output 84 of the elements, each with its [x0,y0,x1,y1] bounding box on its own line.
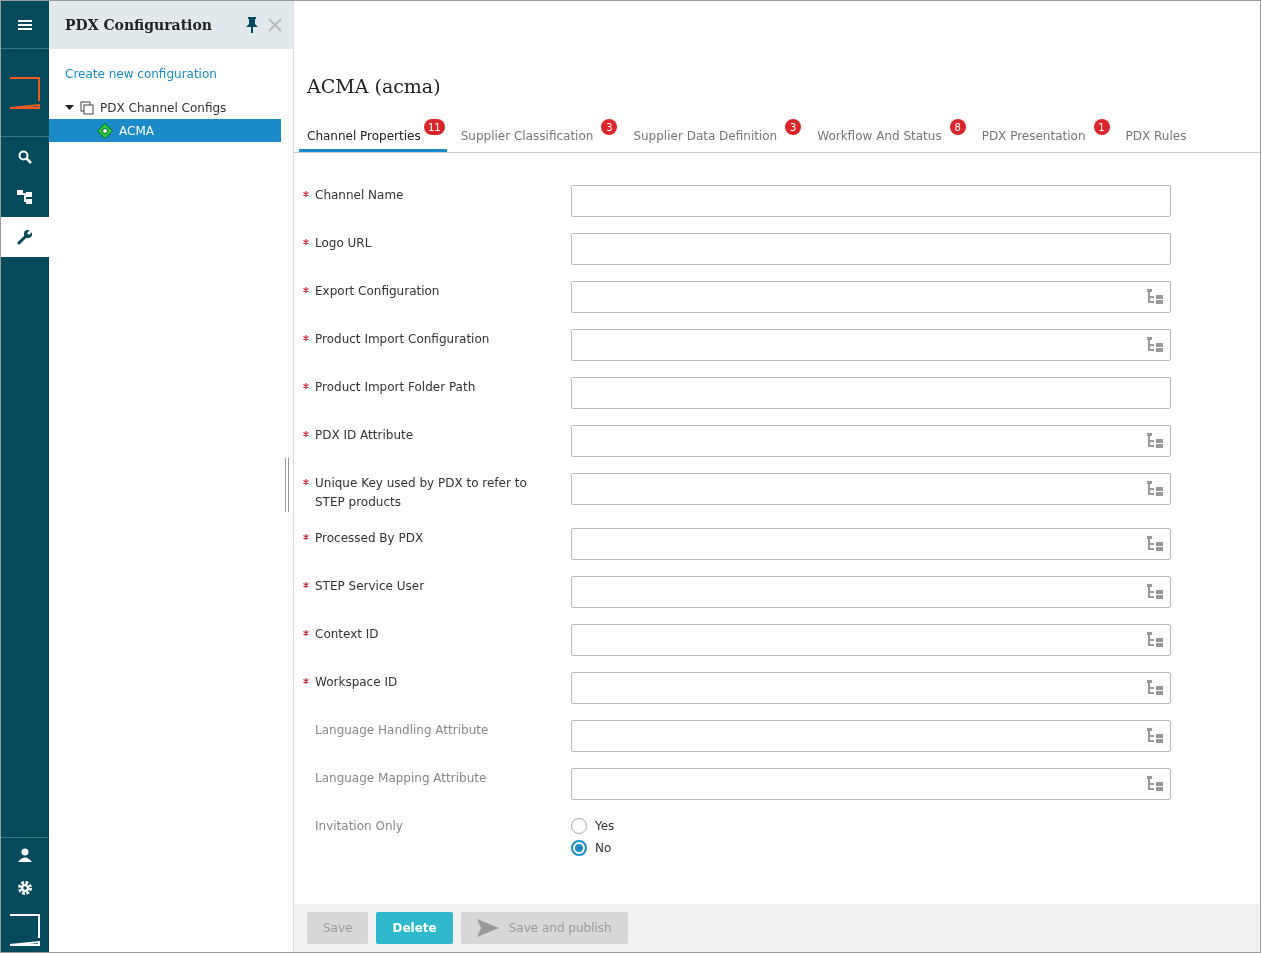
input-field[interactable] [571,528,1171,560]
required-asterisk-icon [303,335,309,341]
count-badge: 8 [949,119,966,135]
input-field[interactable] [571,329,1171,361]
search-icon [18,150,32,164]
required-asterisk-icon [303,479,309,485]
logo-icon [9,76,41,109]
field-label: Export Configuration [315,283,440,300]
field-label: Workspace ID [315,674,398,691]
tree-label: ACMA [119,123,154,138]
field-label: Processed By PDX [315,530,424,547]
tree-picker-icon[interactable] [1146,775,1164,793]
field-label: Unique Key used by PDX to refer to STEP products [315,475,528,511]
tree-picker-icon[interactable] [1146,288,1164,306]
count-badge: 11 [424,119,445,135]
settings-icon[interactable] [17,880,33,896]
panel-title: PDX Configuration [65,17,213,33]
tree-label: PDX Channel Configs [100,100,227,115]
input-field[interactable] [571,233,1171,265]
tab[interactable]: Channel Properties 11 [299,117,447,152]
tree-picker-icon[interactable] [1146,727,1164,745]
page-title: ACMA (acma) [307,75,442,97]
required-asterisk-icon [303,431,309,437]
user-icon[interactable] [18,848,32,862]
required-asterisk-icon [303,630,309,636]
create-configuration-link[interactable]: Create new configuration [65,67,217,81]
radio-label: No [595,841,612,855]
tab[interactable]: Supplier Classification 3 [452,117,620,152]
field-label: STEP Service User [315,578,425,595]
tree-item[interactable]: PDX Channel Configs [49,96,281,119]
input-field[interactable] [571,624,1171,656]
tree-picker-icon[interactable] [1146,535,1164,553]
input-field[interactable] [571,425,1171,457]
tree-item[interactable]: ACMA [49,119,281,142]
required-asterisk-icon [303,287,309,293]
send-icon [476,919,499,937]
input-field[interactable] [571,185,1171,217]
tab[interactable]: PDX Presentation 1 [973,117,1112,152]
close-icon[interactable] [267,17,283,33]
radio-button[interactable] [571,840,587,856]
folder-stack-icon [80,100,94,115]
tree-picker-icon[interactable] [1146,432,1164,450]
required-asterisk-icon [303,534,309,540]
field-label: PDX ID Attribute [315,427,414,444]
field-label: Language Mapping Attribute [315,770,487,787]
tree-picker-icon[interactable] [1146,480,1164,498]
required-asterisk-icon [303,383,309,389]
required-asterisk-icon [303,239,309,245]
field-label: Logo URL [315,235,372,252]
radio-label: Yes [595,819,615,833]
rail-button[interactable] [1,217,49,257]
caret-icon[interactable] [65,103,74,112]
field-label: Language Handling Attribute [315,722,489,739]
count-badge: 3 [785,119,802,135]
input-field[interactable] [571,377,1171,409]
tab[interactable]: Supplier Data Definition 3 [625,117,804,152]
resize-handle[interactable] [285,458,289,512]
field-label: Channel Name [315,187,404,204]
tree-picker-icon[interactable] [1146,583,1164,601]
field-label: Product Import Folder Path [315,379,476,396]
field-label: Product Import Configuration [315,331,490,348]
input-field[interactable] [571,720,1171,752]
input-field[interactable] [571,576,1171,608]
tree-picker-icon[interactable] [1146,336,1164,354]
required-asterisk-icon [303,582,309,588]
input-field[interactable] [571,281,1171,313]
wrench-icon [17,229,33,245]
tree-picker-icon[interactable] [1146,631,1164,649]
count-badge: 1 [1093,119,1110,135]
field-label: Context ID [315,626,379,643]
field-label: Invitation Only [315,818,403,835]
count-badge: 3 [601,119,618,135]
required-asterisk-icon [303,678,309,684]
input-field[interactable] [571,672,1171,704]
tab[interactable]: PDX Rules [1117,117,1213,152]
tree-picker-icon[interactable] [1146,679,1164,697]
input-field[interactable] [571,768,1171,800]
hierarchy-icon [17,190,33,204]
menu-icon[interactable] [18,18,32,31]
pin-icon[interactable] [245,16,259,34]
input-field[interactable] [571,473,1171,505]
logo-icon [9,914,41,946]
tab[interactable]: Workflow And Status 8 [809,117,968,152]
required-asterisk-icon [303,191,309,197]
